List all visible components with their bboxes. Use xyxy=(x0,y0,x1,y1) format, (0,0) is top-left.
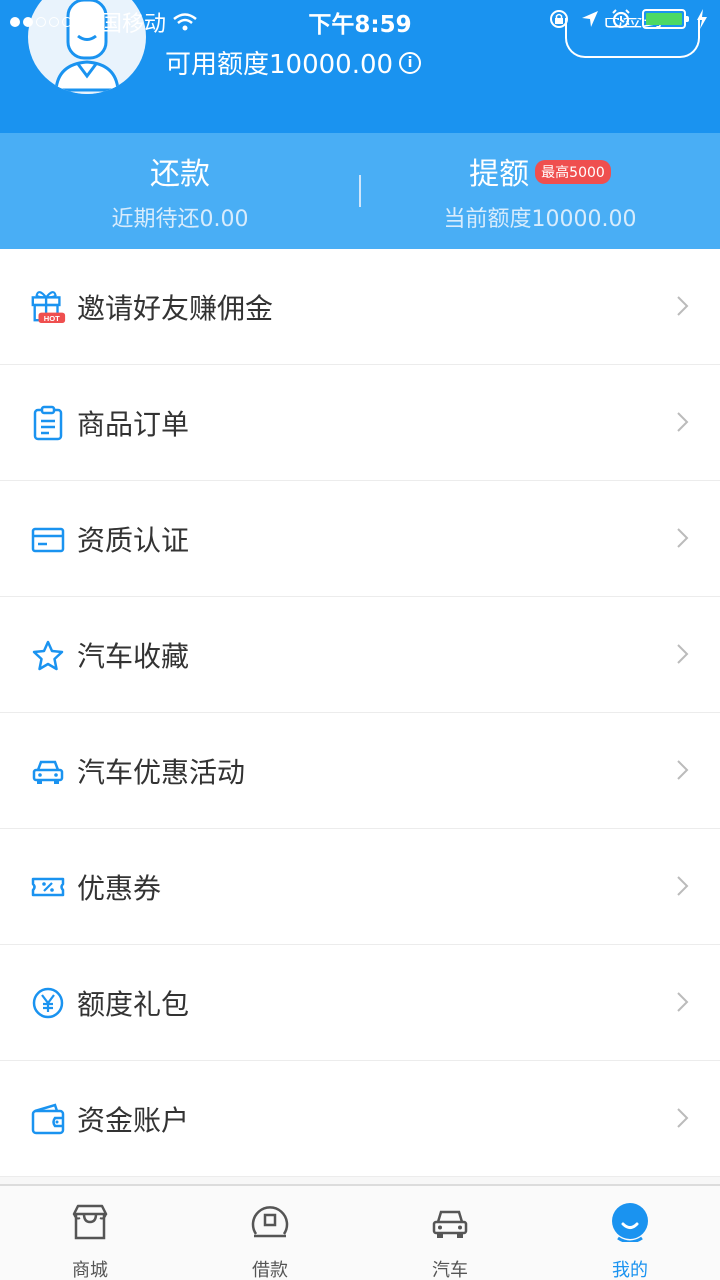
repay-title: 还款 xyxy=(150,157,210,192)
clipboard-icon xyxy=(33,405,63,441)
menu-item-label: 资质认证 xyxy=(77,524,190,557)
menu-item-label: 额度礼包 xyxy=(77,988,190,1021)
repay-section[interactable]: 还款 近期待还0.00 xyxy=(0,133,360,249)
tab-label: 借款 xyxy=(252,1260,288,1280)
store-icon xyxy=(72,1204,108,1240)
car-icon xyxy=(432,1210,468,1238)
menu-item-label: 资金账户 xyxy=(77,1104,190,1137)
tab-store[interactable]: 商城 xyxy=(0,1186,180,1280)
profile-icon xyxy=(612,1203,648,1242)
loan-icon xyxy=(251,1206,289,1238)
location-icon xyxy=(582,11,598,27)
raise-title-row: 提额 最高5000 xyxy=(360,149,720,193)
tab-car[interactable]: 汽车 xyxy=(360,1186,540,1280)
tab-label: 商城 xyxy=(72,1260,108,1280)
available-credit: 可用额度10000.00 i xyxy=(165,44,422,81)
menu-item-invite[interactable]: HOT 邀请好友赚佣金 xyxy=(0,249,720,365)
tab-profile[interactable]: 我的 xyxy=(540,1186,720,1280)
star-icon xyxy=(32,640,64,671)
menu-item-credit-package[interactable]: 额度礼包 xyxy=(0,945,720,1061)
raise-limit-section[interactable]: 提额 最高5000 当前额度10000.00 xyxy=(360,133,720,249)
tab-label: 汽车 xyxy=(432,1260,468,1280)
status-bar: 中国移动 下午8:59 xyxy=(0,0,720,40)
hot-badge: HOT xyxy=(44,314,60,323)
menu-item-orders[interactable]: 商品订单 xyxy=(0,365,720,481)
gift-icon: HOT xyxy=(31,291,66,323)
info-icon[interactable]: i xyxy=(399,51,422,74)
menu-item-label: 汽车优惠活动 xyxy=(77,756,246,789)
repay-amount: 近期待还0.00 xyxy=(111,207,249,232)
raise-title: 提额 xyxy=(469,157,530,192)
current-limit: 当前额度10000.00 xyxy=(443,207,637,232)
menu-item-label: 优惠券 xyxy=(77,872,162,905)
alarm-icon xyxy=(612,9,630,29)
bottom-tab-bar: 商城 借款 汽车 我的 xyxy=(0,1184,720,1280)
chevron-right-icon xyxy=(677,876,689,896)
battery-icon xyxy=(642,9,689,29)
menu-item-car-promotions[interactable]: 汽车优惠活动 xyxy=(0,713,720,829)
menu-item-funds-account[interactable]: 资金账户 xyxy=(0,1061,720,1177)
menu-item-label: 邀请好友赚佣金 xyxy=(77,292,274,325)
yen-circle-icon xyxy=(32,987,64,1019)
card-icon xyxy=(31,527,65,553)
menu-item-label: 汽车收藏 xyxy=(77,640,190,673)
car-icon xyxy=(32,760,64,784)
charging-icon xyxy=(697,9,707,29)
chevron-right-icon xyxy=(677,412,689,432)
chevron-right-icon xyxy=(677,992,689,1012)
menu-item-label: 商品订单 xyxy=(77,408,190,441)
chevron-right-icon xyxy=(677,528,689,548)
rotation-lock-icon xyxy=(550,10,568,28)
chevron-right-icon xyxy=(677,644,689,664)
menu-item-verification[interactable]: 资质认证 xyxy=(0,481,720,597)
wallet-icon xyxy=(31,1103,65,1135)
menu-list: HOT 邀请好友赚佣金 商品订单 资质认证 汽车收藏 汽车优惠活动 优惠券 额度… xyxy=(0,249,720,1177)
tab-label: 我的 xyxy=(612,1260,648,1280)
repay-band: 还款 近期待还0.00 提额 最高5000 当前额度10000.00 xyxy=(0,133,720,249)
menu-item-coupons[interactable]: 优惠券 xyxy=(0,829,720,945)
menu-item-favorites[interactable]: 汽车收藏 xyxy=(0,597,720,713)
chevron-right-icon xyxy=(677,296,689,316)
coupon-icon xyxy=(31,877,65,897)
tab-loan[interactable]: 借款 xyxy=(180,1186,360,1280)
chevron-right-icon xyxy=(677,1108,689,1128)
credit-text: 可用额度10000.00 xyxy=(165,50,394,80)
raise-badge: 最高5000 xyxy=(535,159,611,184)
chevron-right-icon xyxy=(677,760,689,780)
